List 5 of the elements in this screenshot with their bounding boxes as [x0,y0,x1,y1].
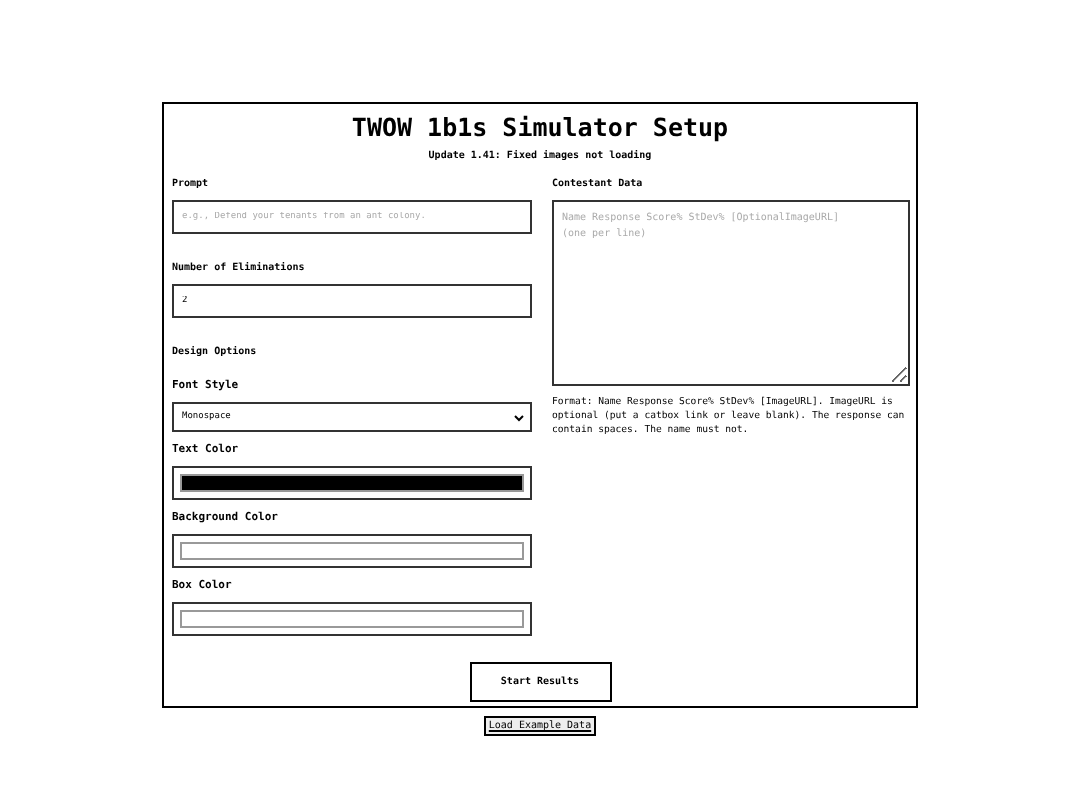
color-picker[interactable] [172,534,532,568]
color-picker[interactable] [172,466,532,500]
color-picker[interactable] [172,602,532,636]
page-title: TWOW 1b1s Simulator Setup [349,114,731,142]
chevron-icon [514,413,524,421]
